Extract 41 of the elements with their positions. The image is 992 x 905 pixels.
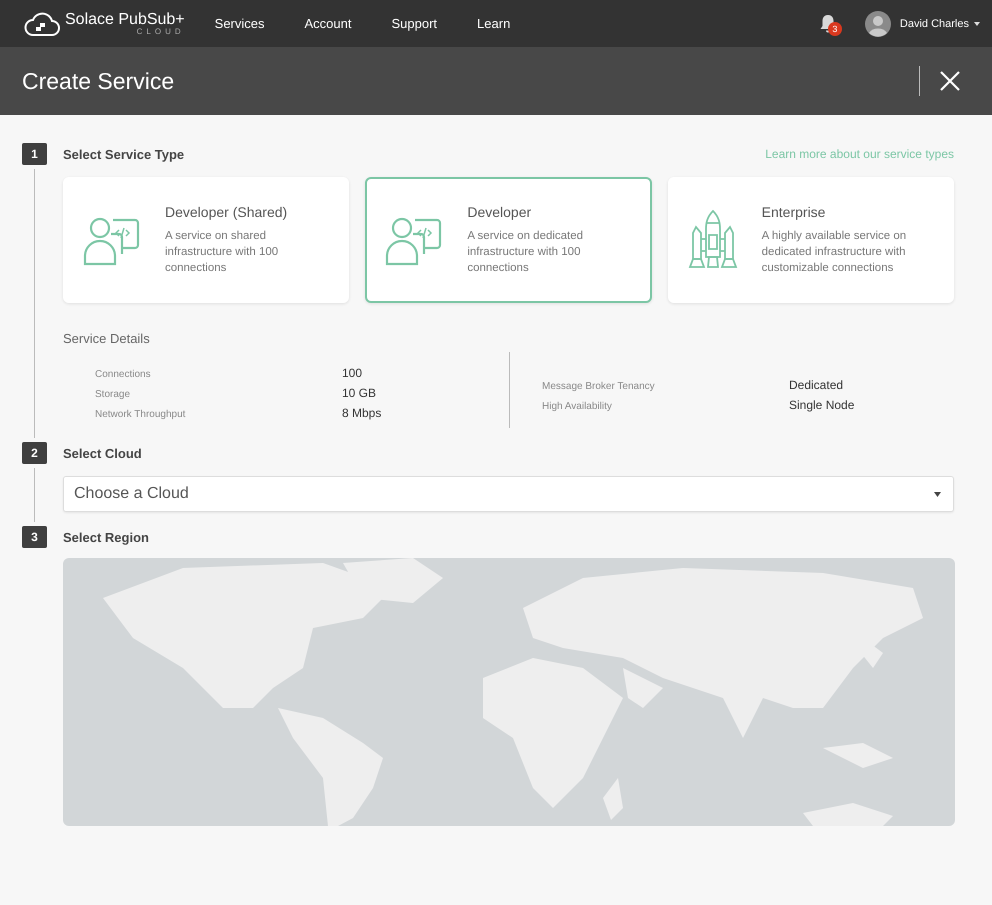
nav-link[interactable]: Support (392, 16, 438, 31)
nav-link[interactable]: Services (214, 16, 265, 31)
service-type-card[interactable]: Developer (Shared) A service on shared infrastructure with 100 connections (63, 177, 350, 303)
nav-link[interactable]: Learn (477, 16, 510, 31)
card-description: A highly available service on dedicated infrastructure with customizable connections (762, 229, 908, 276)
logo-text: Solace PubSub+ (65, 12, 185, 28)
detail-label: Message Broker Tenancy (542, 381, 656, 392)
step-number: 1 (22, 143, 47, 165)
detail-value: Single Node (789, 398, 854, 412)
user-menu[interactable]: David Charles (900, 18, 969, 30)
step-title: Select Cloud (63, 446, 142, 460)
nav-link[interactable]: Account (304, 16, 352, 31)
card-title: Enterprise (762, 204, 826, 220)
detail-label: Connections (95, 369, 152, 380)
detail-label: Network Throughput (95, 409, 186, 420)
detail-label: Storage (95, 389, 132, 400)
detail-value: 10 GB (342, 386, 376, 400)
detail-label: High Availability (542, 401, 613, 412)
card-title: Developer (467, 204, 532, 220)
avatar-icon[interactable] (864, 10, 891, 36)
card-description: A service on shared infrastructure with 100 connections (165, 229, 280, 276)
caret-icon[interactable] (974, 22, 980, 26)
detail-value: Dedicated (789, 378, 844, 392)
close-icon[interactable] (940, 71, 960, 91)
service-type-card[interactable]: Developer A service on dedicated infrastructure with 100 connections (365, 177, 652, 303)
cloud-dropdown[interactable]: Choose a Cloud (63, 476, 954, 512)
detail-value: 100 (342, 366, 362, 380)
service-type-card[interactable]: Enterprise A highly available service on dedicated infrastructure with customizable connections (668, 177, 954, 303)
rocket-icon (688, 209, 738, 271)
page-title: Create Service (22, 68, 174, 94)
section-title: Service Details (63, 331, 151, 346)
step-title: Select Region (63, 530, 149, 544)
logo-subtitle: CLOUD (136, 28, 185, 36)
card-description: A service on dedicated infrastructure with 100 connections (467, 229, 584, 276)
card-title: Developer (Shared) (165, 204, 288, 220)
detail-value: 8 Mbps (342, 406, 382, 420)
step-number: 2 (22, 442, 47, 464)
step-title: Select Service Type (63, 146, 184, 162)
step-number: 3 (22, 526, 47, 548)
caret-icon[interactable] (934, 492, 941, 496)
cloud-logo-icon (24, 10, 60, 36)
